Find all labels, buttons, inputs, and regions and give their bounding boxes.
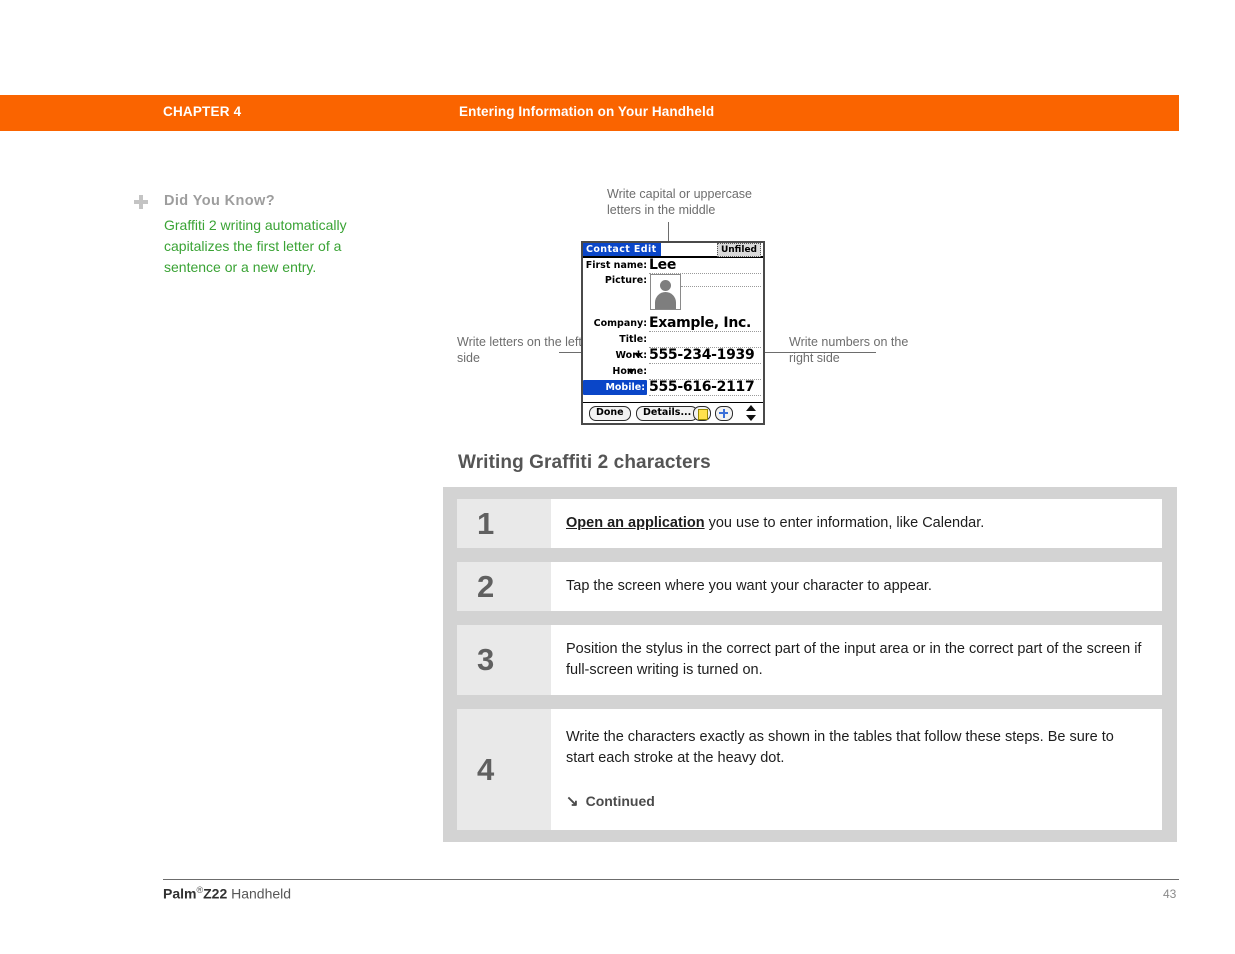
field-row-mobile[interactable]: Mobile: 555-616-2117 (583, 380, 763, 396)
footer-divider (163, 879, 1179, 880)
step-link[interactable]: Open an application (566, 515, 705, 531)
callout-leader-line-right (757, 352, 876, 353)
step-text: Tap the screen where you want your chara… (566, 578, 932, 594)
device-form-body: First name: Lee Picture: Company: Exampl… (583, 258, 763, 396)
field-label: Work: (615, 350, 647, 361)
note-icon[interactable] (693, 406, 711, 421)
step-text: Write the characters exactly as shown in… (566, 729, 1114, 766)
field-row-company[interactable]: Company: Example, Inc. (583, 316, 763, 332)
step-row: 2 Tap the screen where you want your cha… (457, 562, 1162, 611)
field-label: Home: (612, 366, 647, 377)
field-value[interactable] (649, 364, 761, 380)
field-label: Company: (593, 318, 647, 329)
device-category-selector[interactable]: Unfiled (716, 243, 761, 257)
device-button-bar: Done Details... (583, 402, 763, 423)
footer-model: Z22 (203, 885, 228, 902)
device-title-bar: Contact Edit Unfiled (583, 243, 763, 258)
tip-heading: Did You Know? (164, 193, 275, 209)
handheld-screen-illustration: Contact Edit Unfiled First name: Lee Pic… (581, 241, 765, 425)
field-row-home[interactable]: Home: (583, 364, 763, 380)
step-body: Position the stylus in the correct part … (551, 625, 1162, 695)
step-row: 4 Write the characters exactly as shown … (457, 709, 1162, 830)
step-body: Write the characters exactly as shown in… (551, 709, 1162, 830)
scroll-up-down-icon[interactable] (746, 405, 757, 421)
step-number: 4 (457, 709, 551, 830)
step-row: 1 Open an application you use to enter i… (457, 499, 1162, 548)
field-label: First name: (585, 260, 647, 271)
field-label: Mobile: (583, 380, 647, 395)
field-label: Title: (619, 334, 647, 345)
chapter-header-bar: CHAPTER 4 Entering Information on Your H… (0, 95, 1179, 131)
plus-icon[interactable] (715, 406, 733, 421)
step-number: 2 (457, 562, 551, 611)
field-value[interactable]: 555-616-2117 (649, 380, 761, 396)
device-screen-title: Contact Edit (583, 243, 661, 256)
field-value[interactable]: Lee (649, 258, 761, 274)
steps-panel: 1 Open an application you use to enter i… (443, 487, 1177, 842)
step-body: Open an application you use to enter inf… (551, 499, 1162, 548)
field-row-first-name[interactable]: First name: Lee (583, 258, 763, 274)
field-row-picture[interactable]: Picture: (583, 274, 763, 316)
callout-top-label: Write capital or uppercase letters in th… (607, 187, 752, 217)
field-row-title[interactable]: Title: (583, 332, 763, 348)
step-row: 3 Position the stylus in the correct par… (457, 625, 1162, 695)
step-text: you use to enter information, like Calen… (704, 515, 985, 531)
callout-right-label: Write numbers on the right side (789, 335, 909, 365)
continued-note: ↘ Continued (566, 791, 1144, 812)
footer-brand: Palm (163, 885, 197, 902)
step-number: 1 (457, 499, 551, 548)
plus-icon (134, 195, 148, 209)
arrow-down-right-icon: ↘ (566, 793, 579, 810)
page-title: Writing Graffiti 2 characters (458, 452, 711, 473)
field-underline (681, 286, 761, 287)
field-value[interactable]: 555-234-1939 (649, 348, 761, 364)
details-button[interactable]: Details... (636, 406, 699, 421)
continued-label: Continued (585, 793, 655, 809)
step-text: Position the stylus in the correct part … (566, 641, 1142, 678)
done-button[interactable]: Done (589, 406, 631, 421)
avatar-icon[interactable] (650, 274, 681, 310)
field-value[interactable] (649, 332, 761, 348)
chapter-label: CHAPTER 4 (163, 104, 242, 119)
callout-left-label: Write letters on the left side (457, 335, 582, 365)
tip-body: Graffiti 2 writing automatically capital… (164, 217, 347, 275)
chapter-title: Entering Information on Your Handheld (459, 104, 715, 119)
step-number: 3 (457, 625, 551, 695)
footer-product: Handheld (227, 885, 292, 902)
field-label: Picture: (604, 275, 647, 286)
field-value[interactable]: Example, Inc. (649, 316, 761, 332)
page-number: 43 (1163, 887, 1177, 901)
step-body: Tap the screen where you want your chara… (551, 562, 1162, 611)
field-row-work[interactable]: Work: 555-234-1939 (583, 348, 763, 364)
footer-product-label: Palm®Z22 Handheld (163, 885, 291, 902)
